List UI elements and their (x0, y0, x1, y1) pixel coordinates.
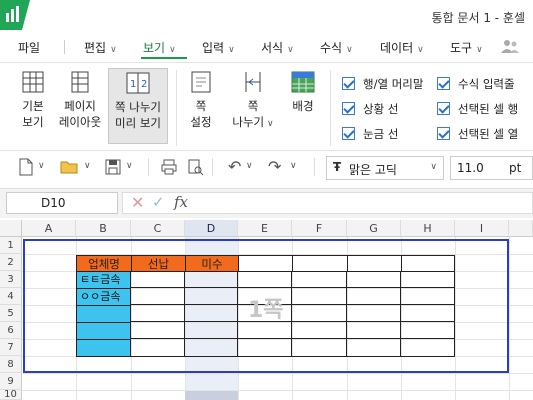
row-header-10[interactable]: 10 (0, 390, 22, 400)
background-button[interactable]: 배경 (282, 70, 324, 114)
page-break-button[interactable]: 쪽 나누기 ∨ (230, 70, 276, 132)
background-image-icon (291, 71, 315, 93)
checkbox-headings[interactable]: 행/열 머리말 (342, 76, 423, 92)
column-header-b[interactable]: B (76, 220, 131, 237)
chevron-down-icon: ∨ (346, 45, 353, 55)
chevron-down-icon[interactable]: ∨ (290, 161, 297, 171)
checkbox-checked-icon (437, 77, 450, 90)
chevron-down-icon[interactable]: ∨ (126, 161, 133, 171)
checkbox-formula-bar[interactable]: 수식 입력줄 (437, 76, 515, 92)
chevron-down-icon: ∨ (287, 45, 294, 55)
menu-edit[interactable]: 편집 ∨ (84, 39, 117, 56)
page-break-preview-icon: 1 2 (126, 72, 150, 94)
name-box[interactable]: D10 (6, 192, 118, 214)
page-layout-icon (71, 71, 89, 93)
chevron-down-icon: ∨ (430, 162, 437, 172)
column-header-c[interactable]: C (131, 220, 185, 237)
print-icon[interactable] (160, 158, 178, 176)
menu-divider (64, 40, 65, 54)
share-users-icon[interactable] (500, 38, 520, 54)
menu-file[interactable]: 파일 (18, 39, 40, 56)
toolbar-divider (314, 158, 315, 176)
title-bar: 통합 문서 1 - 훈셀 (0, 0, 533, 32)
gridline (509, 237, 510, 400)
row-header-6[interactable]: 6 (0, 322, 22, 339)
open-folder-icon[interactable] (60, 159, 80, 175)
column-header-d[interactable]: D (185, 220, 238, 237)
row-header-7[interactable]: 7 (0, 339, 22, 356)
checkbox-checked-icon (437, 127, 450, 140)
new-document-icon[interactable] (18, 158, 34, 176)
checkbox-selected-row[interactable]: 선택된 셀 행 (437, 101, 518, 117)
save-icon[interactable] (104, 158, 122, 176)
menu-data[interactable]: 데이터 ∨ (380, 39, 424, 56)
normal-view-button[interactable]: 기본 보기 (12, 70, 54, 130)
toolbar-divider (212, 158, 213, 176)
checkbox-checked-icon (342, 77, 355, 90)
select-all-corner[interactable] (0, 220, 22, 237)
menu-insert[interactable]: 입력 ∨ (202, 39, 235, 56)
redo-icon[interactable]: ↷ (268, 157, 281, 176)
chevron-down-icon: ∨ (169, 45, 176, 55)
checkbox-checked-icon (437, 102, 450, 115)
chevron-down-icon: ∨ (264, 119, 274, 129)
svg-text:1: 1 (130, 79, 136, 90)
row-header-3[interactable]: 3 (0, 271, 22, 288)
svg-text:2: 2 (141, 79, 147, 90)
page-setup-icon (191, 71, 211, 93)
menu-format[interactable]: 서식 ∨ (261, 39, 294, 56)
menu-view[interactable]: 보기 ∨ (143, 39, 176, 56)
column-header-a[interactable]: A (22, 220, 76, 237)
chevron-down-icon: ∨ (476, 45, 483, 55)
checkbox-checked-icon (342, 102, 355, 115)
column-header-e[interactable]: E (238, 220, 292, 237)
chevron-down-icon[interactable]: ∨ (246, 161, 253, 171)
column-header-i[interactable]: I (455, 220, 509, 237)
cancel-icon[interactable]: ✕ (131, 193, 144, 212)
grid-view-icon (22, 71, 44, 93)
toolbar-divider (148, 158, 149, 176)
checkbox-status-line[interactable]: 상황 선 (342, 101, 398, 117)
horizontal-scrollbar-thumb[interactable] (185, 391, 238, 400)
menu-formula[interactable]: 수식 ∨ (320, 39, 353, 56)
row-header-1[interactable]: 1 (0, 237, 22, 254)
font-size-select[interactable]: 11.0 pt (450, 156, 533, 180)
chevron-down-icon: ∨ (110, 45, 117, 55)
page-break-preview-button[interactable]: 1 2 쪽 나누기 미리 보기 (108, 68, 168, 144)
ribbon-divider (176, 70, 177, 146)
chevron-down-icon[interactable]: ∨ (84, 161, 91, 171)
window-title: 통합 문서 1 - 훈셀 (431, 11, 525, 25)
checkbox-gridlines[interactable]: 눈금 선 (342, 126, 398, 142)
row-header-5[interactable]: 5 (0, 305, 22, 322)
print-area-border[interactable] (23, 239, 509, 373)
row-header-8[interactable]: 8 (0, 356, 22, 373)
confirm-icon[interactable]: ✓ (152, 193, 165, 211)
menu-tools[interactable]: 도구 ∨ (450, 39, 483, 56)
ribbon-divider (330, 70, 331, 146)
insert-function-icon[interactable]: fx (174, 193, 188, 211)
column-header-g[interactable]: G (347, 220, 401, 237)
row-header-9[interactable]: 9 (0, 373, 22, 390)
checkbox-selected-col[interactable]: 선택된 셀 열 (437, 126, 518, 142)
active-tab-indicator (141, 57, 187, 59)
checkbox-checked-icon (342, 127, 355, 140)
column-header-extra[interactable] (509, 220, 533, 237)
page-setup-button[interactable]: 쪽 설정 (180, 70, 222, 130)
column-header-h[interactable]: H (401, 220, 455, 237)
undo-icon[interactable]: ↶ (228, 157, 241, 176)
hancell-logo-icon (0, 0, 30, 30)
chevron-down-icon[interactable]: ∨ (38, 161, 45, 171)
page-break-icon (245, 72, 261, 92)
row-header-4[interactable]: 4 (0, 288, 22, 305)
gridline (22, 373, 533, 374)
font-name-select[interactable]: Ŧ 맑은 고딕 ∨ (326, 156, 444, 180)
truetype-font-icon: Ŧ (333, 160, 342, 174)
row-header-2[interactable]: 2 (0, 254, 22, 271)
gridline (22, 390, 533, 391)
chevron-down-icon: ∨ (417, 45, 424, 55)
column-header-f[interactable]: F (292, 220, 347, 237)
print-preview-icon[interactable] (186, 158, 204, 176)
page-layout-button[interactable]: 페이지 레이아웃 (56, 70, 104, 130)
chevron-down-icon: ∨ (228, 45, 235, 55)
